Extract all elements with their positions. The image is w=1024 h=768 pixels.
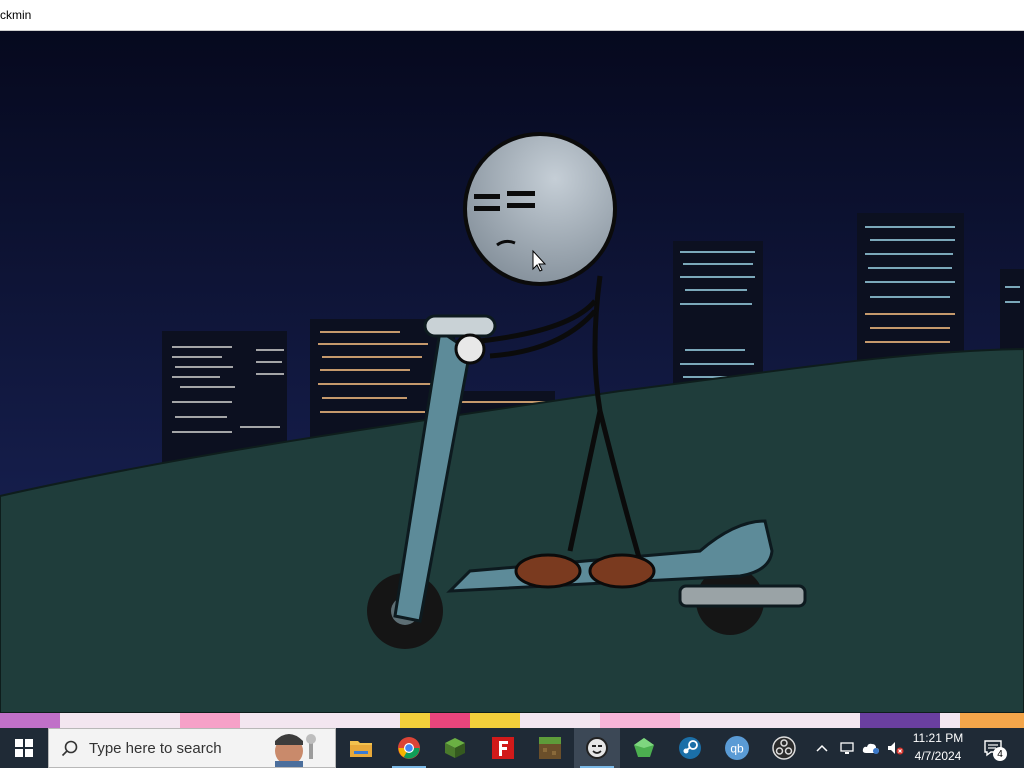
show-hidden-icons-button[interactable] bbox=[812, 728, 832, 768]
taskbar-chrome[interactable] bbox=[386, 728, 432, 768]
action-center-button[interactable] bbox=[975, 728, 1011, 768]
desktop-wallpaper-strip bbox=[0, 713, 1024, 728]
window-title: ckmin bbox=[0, 8, 32, 22]
notification-count-badge: 4 bbox=[993, 747, 1007, 761]
taskbar-henry-stickmin[interactable] bbox=[574, 728, 620, 768]
taskbar-qbittorrent[interactable]: qb bbox=[714, 728, 760, 768]
svg-text:qb: qb bbox=[730, 742, 744, 756]
tray-onedrive[interactable] bbox=[860, 728, 882, 768]
game-viewport[interactable] bbox=[0, 31, 1024, 713]
clock-time[interactable]: 11:21 PM bbox=[905, 731, 971, 745]
tray-volume[interactable] bbox=[884, 728, 906, 768]
window-titlebar[interactable]: ckmin bbox=[0, 0, 1024, 31]
obs-icon bbox=[772, 736, 796, 760]
tray-network[interactable] bbox=[836, 728, 858, 768]
search-highlight-illustration bbox=[275, 734, 316, 767]
windows-taskbar: Type here to search qb 11:21 PM 4/7/2024 bbox=[0, 728, 1024, 768]
taskbar-minecraft-launcher[interactable] bbox=[527, 728, 573, 768]
taskbar-search-box[interactable]: Type here to search bbox=[48, 728, 336, 768]
qbittorrent-icon: qb bbox=[725, 736, 749, 760]
steam-icon bbox=[679, 737, 701, 759]
clock-date[interactable]: 4/7/2024 bbox=[905, 749, 971, 763]
grass-block-icon bbox=[539, 737, 561, 759]
minecraft-icon bbox=[445, 738, 465, 758]
henry-stickmin-icon bbox=[586, 737, 608, 759]
start-button[interactable] bbox=[0, 728, 48, 768]
taskbar-gem-app[interactable] bbox=[621, 728, 667, 768]
flashpoint-icon bbox=[492, 737, 514, 759]
taskbar-minecraft[interactable] bbox=[432, 728, 478, 768]
taskbar-obs[interactable] bbox=[761, 728, 807, 768]
speaker-muted-icon bbox=[888, 742, 904, 755]
search-placeholder: Type here to search bbox=[89, 740, 222, 757]
taskbar-flashpoint[interactable] bbox=[480, 728, 526, 768]
windows-logo-icon bbox=[15, 739, 33, 757]
cloud-icon bbox=[862, 743, 879, 754]
chrome-icon bbox=[398, 737, 420, 759]
network-icon bbox=[840, 742, 854, 754]
gem-icon bbox=[634, 738, 654, 757]
folder-icon bbox=[350, 741, 372, 757]
taskbar-file-explorer[interactable] bbox=[338, 728, 384, 768]
game-scene[interactable] bbox=[0, 31, 1024, 713]
chevron-up-icon bbox=[816, 744, 828, 752]
taskbar-steam[interactable] bbox=[667, 728, 713, 768]
search-icon bbox=[61, 740, 78, 757]
